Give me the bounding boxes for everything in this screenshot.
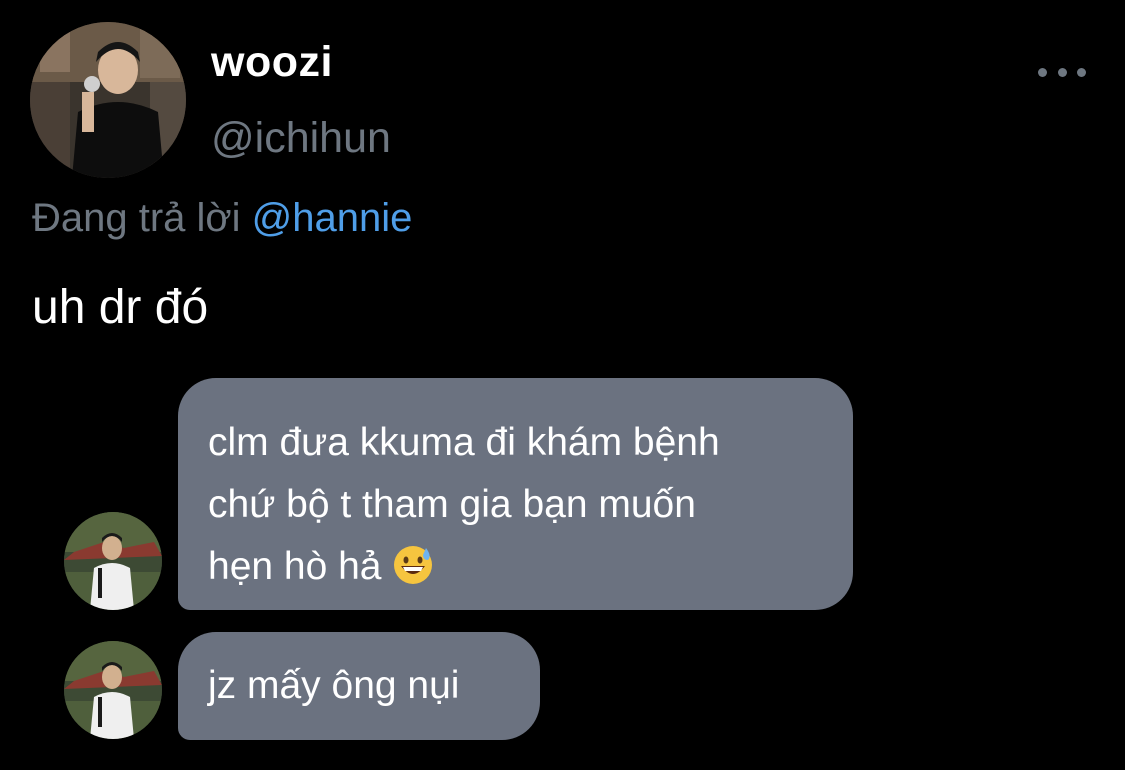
chat-message-line-last: hẹn hò hả xyxy=(208,536,833,598)
chat-avatar-photo xyxy=(64,641,162,739)
chat-message-line: jz mấy ông nụi xyxy=(208,664,460,707)
more-horizontal-icon xyxy=(1077,67,1086,77)
avatar-photo xyxy=(30,22,186,178)
chat-bubble: jz mấy ông nụi xyxy=(178,632,540,740)
user-handle[interactable]: @ichihun xyxy=(211,114,391,163)
chat-message-text: hẹn hò hả xyxy=(208,545,382,588)
display-name[interactable]: woozi xyxy=(211,38,333,87)
reply-mention-link[interactable]: @hannie xyxy=(252,196,413,240)
chat-message-line: chứ bộ t tham gia bạn muốn xyxy=(208,483,696,526)
chat-avatar xyxy=(64,512,162,610)
chat-avatar xyxy=(64,641,162,739)
profile-avatar[interactable] xyxy=(30,22,186,178)
chat-message-line: clm đưa kkuma đi khám bệnh xyxy=(208,421,720,464)
tweet-text: uh dr đó xyxy=(32,281,209,334)
reply-prefix: Đang trả lời xyxy=(32,196,241,240)
grinning-face-with-sweat-icon xyxy=(393,545,432,584)
replying-to: Đang trả lời @hannie xyxy=(32,196,412,241)
more-options-button[interactable] xyxy=(1038,58,1086,86)
more-horizontal-icon xyxy=(1057,67,1067,77)
chat-avatar-photo xyxy=(64,512,162,610)
more-horizontal-icon xyxy=(1038,67,1047,77)
chat-bubble: clm đưa kkuma đi khám bệnh chứ bộ t tham… xyxy=(178,378,853,610)
